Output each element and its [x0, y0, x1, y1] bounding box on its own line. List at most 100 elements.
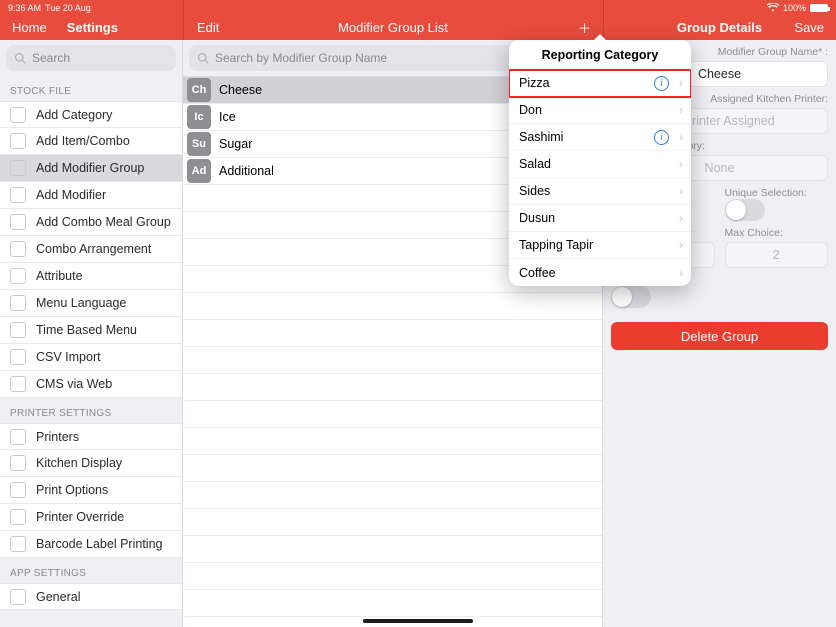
info-icon[interactable]: i [654, 76, 669, 91]
sidebar-item-label: Add Category [36, 108, 112, 122]
popover-item[interactable]: Tapping Tapir › [509, 232, 691, 259]
status-bar: 9:36 AM Tue 20 Aug 100% [0, 0, 836, 14]
sidebar-icon [10, 455, 26, 471]
sidebar: Search STOCK FILE Add Category Add Item/C… [0, 40, 183, 627]
unique-label: Unique Selection: [725, 187, 829, 199]
sidebar-item[interactable]: CSV Import [0, 344, 182, 371]
section-printer-title: PRINTER SETTINGS [0, 398, 182, 423]
popover-item-label: Salad [519, 157, 551, 171]
row-label: Ice [219, 110, 236, 124]
sidebar-item-label: Add Modifier Group [36, 161, 144, 175]
battery-pct: 100% [783, 3, 806, 13]
sidebar-item[interactable]: Print Options [0, 477, 182, 504]
popover-item[interactable]: Dusun › [509, 205, 691, 232]
nav-edit[interactable]: Edit [197, 20, 219, 35]
popover-item-label: Tapping Tapir [519, 238, 593, 252]
sidebar-item[interactable]: Printers [0, 423, 182, 450]
sidebar-item[interactable]: Menu Language [0, 290, 182, 317]
sidebar-item[interactable]: Kitchen Display [0, 450, 182, 477]
sidebar-item[interactable]: Add Modifier [0, 182, 182, 209]
unique-toggle[interactable] [725, 199, 765, 221]
sidebar-icon [10, 187, 26, 203]
sidebar-search[interactable]: Search [6, 45, 176, 71]
sidebar-item[interactable]: Add Item/Combo [0, 128, 182, 155]
sidebar-icon [10, 322, 26, 338]
info-icon[interactable]: i [654, 130, 669, 145]
row-label: Additional [219, 164, 274, 178]
sidebar-item-label: Menu Language [36, 296, 126, 310]
max-field[interactable]: 2 [725, 242, 829, 268]
sidebar-item-label: Print Options [36, 483, 108, 497]
chevron-right-icon: › [679, 184, 683, 198]
wifi-icon [767, 3, 779, 14]
save-button[interactable]: Save [794, 20, 824, 35]
sidebar-item-label: Time Based Menu [36, 323, 137, 337]
sidebar-icon [10, 349, 26, 365]
battery-icon [810, 4, 828, 12]
sidebar-item-label: Combo Arrangement [36, 242, 151, 256]
midlist-search-placeholder: Search by Modifier Group Name [215, 51, 387, 65]
sidebar-item-label: Barcode Label Printing [36, 537, 162, 551]
sidebar-icon [10, 268, 26, 284]
sidebar-icon [10, 214, 26, 230]
popover-item[interactable]: Don › [509, 97, 691, 124]
chevron-right-icon: › [679, 238, 683, 252]
popover-item-label: Sashimi [519, 130, 563, 144]
row-badge: Ch [187, 78, 211, 102]
sidebar-icon [10, 536, 26, 552]
app-header: 9:36 AM Tue 20 Aug 100% Home Settings Ed… [0, 0, 836, 40]
chevron-right-icon: › [679, 157, 683, 171]
popover-item[interactable]: Sides› [509, 178, 691, 205]
sidebar-item-label: Printers [36, 430, 79, 444]
nav-settings[interactable]: Settings [67, 20, 118, 35]
sidebar-item-label: CMS via Web [36, 377, 112, 391]
sidebar-item[interactable]: Barcode Label Printing [0, 531, 182, 558]
sidebar-icon [10, 133, 26, 149]
popover-item-label: Pizza [519, 76, 550, 90]
section-app-title: APP SETTINGS [0, 558, 182, 583]
popover-item-label: Dusun [519, 211, 555, 225]
nav-home[interactable]: Home [12, 20, 47, 35]
chevron-right-icon: › [679, 103, 683, 117]
sidebar-icon [10, 509, 26, 525]
popover-item[interactable]: Sashimi i › [509, 124, 691, 151]
popover-item[interactable]: Coffee› [509, 259, 691, 286]
chevron-right-icon: › [679, 130, 683, 144]
chevron-right-icon: › [679, 266, 683, 280]
chevron-right-icon: › [679, 76, 683, 90]
sidebar-icon [10, 429, 26, 445]
sidebar-item-label: Printer Override [36, 510, 124, 524]
add-icon[interactable]: ＋ [578, 18, 591, 37]
status-time: 9:36 AM [8, 3, 41, 13]
sidebar-item-label: Kitchen Display [36, 456, 122, 470]
search-icon [197, 52, 209, 64]
sidebar-search-placeholder: Search [32, 51, 70, 65]
sidebar-item[interactable]: Printer Override [0, 504, 182, 531]
sidebar-item-label: Add Modifier [36, 188, 106, 202]
reporting-category-popover: Reporting Category Pizzai›Don›Sashimii›S… [509, 40, 691, 286]
chevron-right-icon: › [679, 211, 683, 225]
sidebar-item-label: Attribute [36, 269, 83, 283]
section-stock-title: STOCK FILE [0, 76, 182, 101]
popover-item-label: Don [519, 103, 542, 117]
sidebar-icon [10, 241, 26, 257]
popover-item[interactable]: Pizza i › [509, 70, 691, 97]
sidebar-item-label: General [36, 590, 80, 604]
sidebar-item-label: Add Item/Combo [36, 134, 130, 148]
sidebar-item[interactable]: CMS via Web [0, 371, 182, 398]
sidebar-item[interactable]: Attribute [0, 263, 182, 290]
sidebar-item[interactable]: Combo Arrangement [0, 236, 182, 263]
sidebar-item[interactable]: Add Modifier Group [0, 155, 182, 182]
row-label: Sugar [219, 137, 252, 151]
sidebar-item[interactable]: Add Combo Meal Group [0, 209, 182, 236]
popover-item[interactable]: Salad › [509, 151, 691, 178]
sidebar-item[interactable]: Add Category [0, 101, 182, 128]
sidebar-item[interactable]: General [0, 583, 182, 610]
sidebar-icon [10, 482, 26, 498]
row-badge: Su [187, 132, 211, 156]
sidebar-icon [10, 589, 26, 605]
sidebar-item[interactable]: Time Based Menu [0, 317, 182, 344]
price-toggle[interactable] [611, 286, 651, 308]
max-label: Max Choice: [725, 227, 829, 239]
delete-group-button[interactable]: Delete Group [611, 322, 828, 350]
